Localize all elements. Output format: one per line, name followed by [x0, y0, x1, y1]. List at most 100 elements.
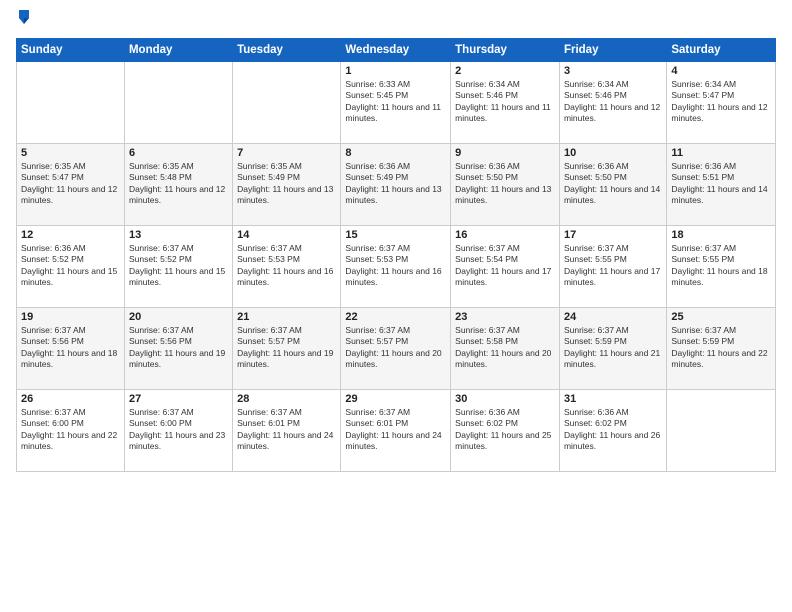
day-number: 16: [455, 229, 555, 241]
day-cell: 19 Sunrise: 6:37 AM Sunset: 5:56 PM Dayli…: [17, 308, 125, 390]
day-number: 5: [21, 147, 120, 159]
day-number: 26: [21, 393, 120, 405]
day-info: Sunrise: 6:37 AM Sunset: 5:57 PM Dayligh…: [237, 325, 336, 371]
day-number: 25: [671, 311, 771, 323]
day-cell: 7 Sunrise: 6:35 AM Sunset: 5:49 PM Daylig…: [233, 144, 341, 226]
day-info: Sunrise: 6:37 AM Sunset: 5:57 PM Dayligh…: [345, 325, 446, 371]
day-info: Sunrise: 6:34 AM Sunset: 5:46 PM Dayligh…: [455, 79, 555, 125]
day-info: Sunrise: 6:36 AM Sunset: 6:02 PM Dayligh…: [564, 407, 662, 453]
day-number: 15: [345, 229, 446, 241]
day-cell: 26 Sunrise: 6:37 AM Sunset: 6:00 PM Dayli…: [17, 390, 125, 472]
day-info: Sunrise: 6:33 AM Sunset: 5:45 PM Dayligh…: [345, 79, 446, 125]
day-info: Sunrise: 6:36 AM Sunset: 5:50 PM Dayligh…: [564, 161, 662, 207]
weekday-header-saturday: Saturday: [667, 39, 776, 62]
week-row-4: 19 Sunrise: 6:37 AM Sunset: 5:56 PM Dayli…: [17, 308, 776, 390]
day-cell: 31 Sunrise: 6:36 AM Sunset: 6:02 PM Dayli…: [559, 390, 666, 472]
day-number: 7: [237, 147, 336, 159]
day-info: Sunrise: 6:36 AM Sunset: 5:49 PM Dayligh…: [345, 161, 446, 207]
day-cell: [124, 62, 232, 144]
day-info: Sunrise: 6:36 AM Sunset: 5:51 PM Dayligh…: [671, 161, 771, 207]
day-info: Sunrise: 6:36 AM Sunset: 5:50 PM Dayligh…: [455, 161, 555, 207]
day-info: Sunrise: 6:35 AM Sunset: 5:48 PM Dayligh…: [129, 161, 228, 207]
day-info: Sunrise: 6:37 AM Sunset: 5:59 PM Dayligh…: [564, 325, 662, 371]
day-cell: 28Sunrise: 6:37 AM Sunset: 6:01 PM Dayli…: [233, 390, 341, 472]
day-cell: 22 Sunrise: 6:37 AM Sunset: 5:57 PM Dayli…: [341, 308, 451, 390]
day-number: 17: [564, 229, 662, 241]
day-cell: 17 Sunrise: 6:37 AM Sunset: 5:55 PM Dayli…: [559, 226, 666, 308]
day-cell: 4 Sunrise: 6:34 AM Sunset: 5:47 PM Daylig…: [667, 62, 776, 144]
day-cell: 24 Sunrise: 6:37 AM Sunset: 5:59 PM Dayli…: [559, 308, 666, 390]
day-cell: 13 Sunrise: 6:37 AM Sunset: 5:52 PM Dayli…: [124, 226, 232, 308]
day-number: 4: [671, 65, 771, 77]
weekday-header-monday: Monday: [124, 39, 232, 62]
day-number: 9: [455, 147, 555, 159]
day-number: 8: [345, 147, 446, 159]
day-cell: 10 Sunrise: 6:36 AM Sunset: 5:50 PM Dayli…: [559, 144, 666, 226]
week-row-3: 12Sunrise: 6:36 AM Sunset: 5:52 PM Dayli…: [17, 226, 776, 308]
day-number: 1: [345, 65, 446, 77]
day-info: Sunrise: 6:37 AM Sunset: 5:54 PM Dayligh…: [455, 243, 555, 289]
day-number: 30: [455, 393, 555, 405]
weekday-header-friday: Friday: [559, 39, 666, 62]
day-cell: [233, 62, 341, 144]
day-info: Sunrise: 6:37 AM Sunset: 5:53 PM Dayligh…: [237, 243, 336, 289]
day-info: Sunrise: 6:37 AM Sunset: 6:01 PM Dayligh…: [345, 407, 446, 453]
day-cell: 6 Sunrise: 6:35 AM Sunset: 5:48 PM Daylig…: [124, 144, 232, 226]
day-cell: 1 Sunrise: 6:33 AM Sunset: 5:45 PM Daylig…: [341, 62, 451, 144]
day-info: Sunrise: 6:37 AM Sunset: 5:56 PM Dayligh…: [21, 325, 120, 371]
day-cell: 27Sunrise: 6:37 AM Sunset: 6:00 PM Dayli…: [124, 390, 232, 472]
day-cell: 3 Sunrise: 6:34 AM Sunset: 5:46 PM Daylig…: [559, 62, 666, 144]
day-info: Sunrise: 6:37 AM Sunset: 5:56 PM Dayligh…: [129, 325, 228, 371]
day-number: 2: [455, 65, 555, 77]
week-row-5: 26 Sunrise: 6:37 AM Sunset: 6:00 PM Dayli…: [17, 390, 776, 472]
day-number: 14: [237, 229, 336, 241]
day-number: 29: [345, 393, 446, 405]
day-info: Sunrise: 6:37 AM Sunset: 5:53 PM Dayligh…: [345, 243, 446, 289]
day-number: 13: [129, 229, 228, 241]
day-number: 28: [237, 393, 336, 405]
day-info: Sunrise: 6:34 AM Sunset: 5:47 PM Dayligh…: [671, 79, 771, 125]
day-number: 6: [129, 147, 228, 159]
day-number: 10: [564, 147, 662, 159]
day-number: 23: [455, 311, 555, 323]
day-number: 3: [564, 65, 662, 77]
day-cell: 25 Sunrise: 6:37 AM Sunset: 5:59 PM Dayli…: [667, 308, 776, 390]
day-info: Sunrise: 6:37 AM Sunset: 5:55 PM Dayligh…: [564, 243, 662, 289]
day-cell: 9 Sunrise: 6:36 AM Sunset: 5:50 PM Daylig…: [451, 144, 560, 226]
day-info: Sunrise: 6:35 AM Sunset: 5:47 PM Dayligh…: [21, 161, 120, 207]
week-row-2: 5 Sunrise: 6:35 AM Sunset: 5:47 PM Daylig…: [17, 144, 776, 226]
day-info: Sunrise: 6:36 AM Sunset: 6:02 PM Dayligh…: [455, 407, 555, 453]
day-cell: 16 Sunrise: 6:37 AM Sunset: 5:54 PM Dayli…: [451, 226, 560, 308]
weekday-header-thursday: Thursday: [451, 39, 560, 62]
day-cell: 21 Sunrise: 6:37 AM Sunset: 5:57 PM Dayli…: [233, 308, 341, 390]
logo-icon: [17, 8, 31, 30]
day-info: Sunrise: 6:37 AM Sunset: 6:00 PM Dayligh…: [21, 407, 120, 453]
day-info: Sunrise: 6:37 AM Sunset: 5:55 PM Dayligh…: [671, 243, 771, 289]
day-number: 27: [129, 393, 228, 405]
day-number: 24: [564, 311, 662, 323]
day-number: 19: [21, 311, 120, 323]
day-cell: 2 Sunrise: 6:34 AM Sunset: 5:46 PM Daylig…: [451, 62, 560, 144]
day-info: Sunrise: 6:37 AM Sunset: 5:52 PM Dayligh…: [129, 243, 228, 289]
day-info: Sunrise: 6:34 AM Sunset: 5:46 PM Dayligh…: [564, 79, 662, 125]
calendar: SundayMondayTuesdayWednesdayThursdayFrid…: [16, 38, 776, 472]
day-cell: 8 Sunrise: 6:36 AM Sunset: 5:49 PM Daylig…: [341, 144, 451, 226]
weekday-header-sunday: Sunday: [17, 39, 125, 62]
week-row-1: 1 Sunrise: 6:33 AM Sunset: 5:45 PM Daylig…: [17, 62, 776, 144]
day-info: Sunrise: 6:37 AM Sunset: 5:59 PM Dayligh…: [671, 325, 771, 371]
logo: [16, 12, 31, 30]
day-number: 21: [237, 311, 336, 323]
day-cell: [17, 62, 125, 144]
day-cell: 18Sunrise: 6:37 AM Sunset: 5:55 PM Dayli…: [667, 226, 776, 308]
page: SundayMondayTuesdayWednesdayThursdayFrid…: [0, 0, 792, 612]
day-info: Sunrise: 6:35 AM Sunset: 5:49 PM Dayligh…: [237, 161, 336, 207]
day-cell: 20Sunrise: 6:37 AM Sunset: 5:56 PM Dayli…: [124, 308, 232, 390]
header: [16, 12, 776, 30]
day-number: 22: [345, 311, 446, 323]
day-cell: 5 Sunrise: 6:35 AM Sunset: 5:47 PM Daylig…: [17, 144, 125, 226]
day-cell: 23Sunrise: 6:37 AM Sunset: 5:58 PM Dayli…: [451, 308, 560, 390]
day-number: 31: [564, 393, 662, 405]
day-cell: 11Sunrise: 6:36 AM Sunset: 5:51 PM Dayli…: [667, 144, 776, 226]
day-cell: [667, 390, 776, 472]
day-info: Sunrise: 6:36 AM Sunset: 5:52 PM Dayligh…: [21, 243, 120, 289]
